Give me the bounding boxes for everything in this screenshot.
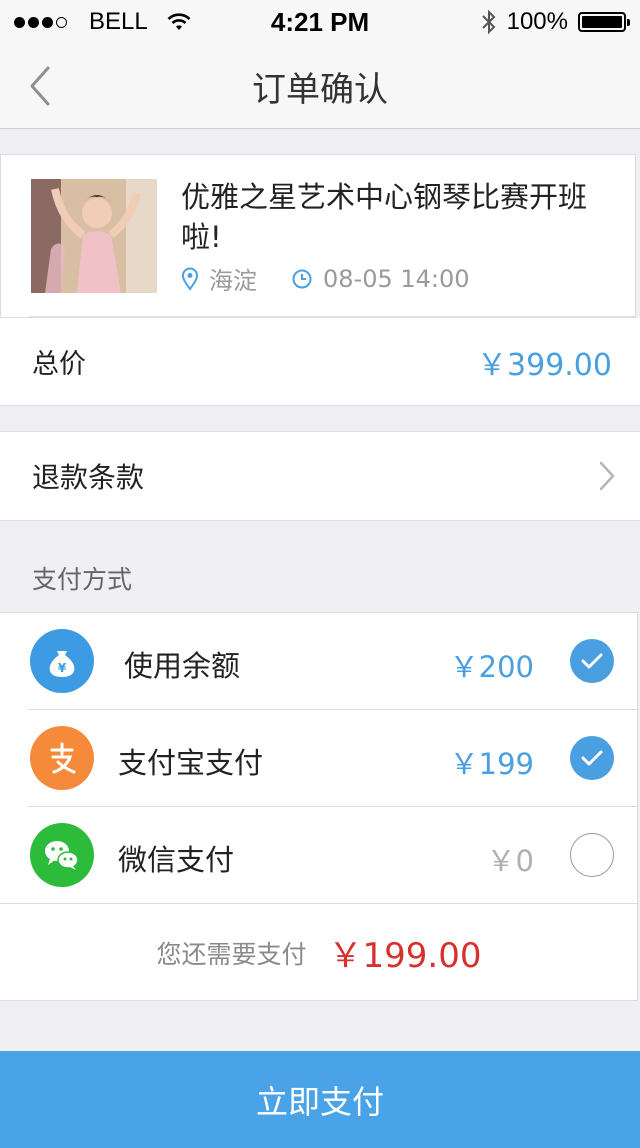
location-pin-icon <box>181 267 199 291</box>
refund-terms-label: 退款条款 <box>32 461 145 494</box>
remaining-due-amount: ￥199.00 <box>328 936 482 976</box>
signal-strength-icon <box>14 16 67 28</box>
payment-method-wechat[interactable]: 微信支付 ￥0 <box>0 807 638 904</box>
payment-method-amount: ￥199 <box>449 747 534 781</box>
alipay-icon <box>30 726 94 790</box>
checkmark-icon <box>581 750 603 766</box>
total-row: 总价 ￥399.00 <box>0 318 640 406</box>
event-meta: 海淀 08-05 14:00 <box>181 261 504 296</box>
wechat-icon <box>30 823 94 887</box>
total-price: ￥399.00 <box>477 347 612 383</box>
status-right: 100% <box>406 8 630 36</box>
pay-now-button[interactable]: 立即支付 <box>0 1051 640 1148</box>
payment-method-name: 支付宝支付 <box>118 746 264 780</box>
battery-percent: 100% <box>506 8 568 35</box>
ballet-photo <box>31 179 157 293</box>
carrier-name: BELL <box>89 8 148 35</box>
clock-icon <box>292 269 312 288</box>
page-title: 订单确认 <box>252 69 388 110</box>
status-bar: BELL 4:21 PM 100% <box>0 0 640 44</box>
back-button[interactable] <box>24 62 64 110</box>
svg-text:¥: ¥ <box>58 661 67 675</box>
status-time: 4:21 PM <box>270 6 370 37</box>
event-time-text: 08-05 14:00 <box>323 264 470 293</box>
event-title: 优雅之星艺术中心钢琴比赛开班啦! <box>181 180 588 254</box>
bluetooth-icon <box>481 9 496 35</box>
nav-bar: 订单确认 <box>0 44 640 129</box>
status-left: BELL <box>14 8 234 36</box>
payment-methods-list: ¥ 使用余额 ￥200 支付宝支付 ￥199 微信支付 ￥0 您还需要支付 ￥1… <box>0 612 638 1001</box>
refund-terms-row[interactable]: 退款条款 <box>0 431 640 521</box>
payment-method-amount: ￥200 <box>449 650 534 684</box>
remaining-due-label: 您还需要支付 <box>156 939 307 969</box>
wifi-icon <box>167 13 191 30</box>
money-bag-icon: ¥ <box>30 629 94 693</box>
checkbox-unchecked[interactable] <box>570 833 614 877</box>
payment-method-balance[interactable]: ¥ 使用余额 ￥200 <box>0 613 638 710</box>
event-location: 海淀 <box>181 261 257 296</box>
checkbox-checked[interactable] <box>570 639 614 683</box>
checkmark-icon <box>581 653 603 669</box>
payment-method-amount: ￥0 <box>486 844 534 878</box>
payment-method-alipay[interactable]: 支付宝支付 ￥199 <box>0 710 638 807</box>
divider <box>29 316 635 317</box>
event-location-text: 海淀 <box>209 267 257 295</box>
event-thumbnail <box>31 179 157 293</box>
checkbox-checked[interactable] <box>570 736 614 780</box>
chevron-right-icon <box>599 461 615 491</box>
event-card[interactable]: 优雅之星艺术中心钢琴比赛开班啦! 海淀 08-05 14:00 <box>0 154 636 318</box>
battery-icon <box>577 12 630 32</box>
total-label: 总价 <box>32 349 86 380</box>
event-time: 08-05 14:00 <box>291 265 470 293</box>
payment-method-name: 微信支付 <box>118 843 235 877</box>
payment-method-name: 使用余额 <box>124 649 241 683</box>
payment-section-label: 支付方式 <box>32 565 133 594</box>
remaining-due-row: 您还需要支付 ￥199.00 <box>0 904 638 1001</box>
